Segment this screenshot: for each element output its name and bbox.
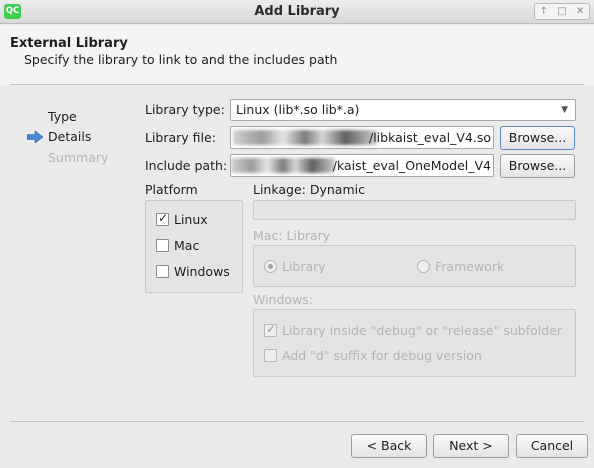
cancel-button[interactable]: Cancel [516, 434, 588, 458]
chevron-down-icon: ▼ [561, 105, 568, 115]
windows-options-group: Library inside "debug" or "release" subf… [253, 309, 576, 377]
header-divider [10, 84, 584, 85]
back-button-label: < Back [366, 438, 412, 453]
windows-checkbox[interactable] [156, 265, 169, 278]
include-path-value: /kaist_eval_OneModel_V4 [332, 158, 491, 173]
current-step-arrow-icon [27, 131, 43, 143]
wizard-header: External Library Specify the library to … [0, 25, 594, 85]
window-title: Add Library [254, 4, 340, 19]
linux-label[interactable]: Linux [174, 212, 208, 227]
title-bar: QC Add Library ↑ □ ✕ [0, 0, 594, 24]
linkage-options-area [253, 200, 576, 220]
include-path-label: Include path: [145, 158, 228, 173]
library-type-label: Library type: [145, 102, 225, 117]
mac-library-group-label: Mac: Library [253, 228, 331, 243]
window-controls: ↑ □ ✕ [534, 3, 590, 20]
library-file-label: Library file: [145, 130, 216, 145]
linux-checkbox[interactable] [156, 211, 169, 226]
mac-label[interactable]: Mac [174, 238, 199, 253]
redacted-path-blur [231, 158, 335, 173]
maximize-icon[interactable]: □ [557, 6, 566, 17]
step-summary: Summary [48, 150, 109, 165]
windows-label[interactable]: Windows [174, 264, 230, 279]
mac-checkbox[interactable] [156, 239, 169, 252]
library-type-value: Linux (lib*.so lib*.a) [236, 102, 360, 117]
debug-subfolder-checkbox[interactable] [264, 322, 277, 337]
platform-group: Linux Mac Windows [145, 200, 243, 293]
step-details: Details [48, 129, 92, 144]
d-suffix-checkbox[interactable] [264, 349, 277, 362]
mac-framework-label[interactable]: Framework [435, 259, 504, 274]
close-icon[interactable]: ✕ [576, 6, 584, 17]
mac-library-radio[interactable] [264, 260, 277, 273]
back-button[interactable]: < Back [351, 434, 427, 458]
linkage-label: Linkage: Dynamic [253, 182, 365, 197]
library-file-browse-button[interactable]: Browse... [500, 126, 575, 150]
footer-divider [10, 421, 584, 422]
keep-above-icon[interactable]: ↑ [540, 6, 548, 17]
next-button[interactable]: Next > [433, 434, 509, 458]
library-file-value: /libkaist_eval_V4.so [368, 130, 491, 145]
add-library-dialog: QC Add Library ↑ □ ✕ External Library Sp… [0, 0, 594, 468]
windows-group-label: Windows: [253, 292, 314, 307]
platform-label: Platform [145, 182, 198, 197]
include-path-input[interactable]: /kaist_eval_OneModel_V4 [230, 154, 494, 177]
page-title: External Library [10, 36, 128, 51]
library-file-input[interactable]: /libkaist_eval_V4.so [230, 126, 494, 149]
mac-library-label[interactable]: Library [282, 259, 326, 274]
include-path-browse-button[interactable]: Browse... [500, 154, 575, 178]
redacted-path-blur [233, 130, 377, 145]
mac-library-group: Library Framework [253, 245, 576, 287]
library-type-select[interactable]: Linux (lib*.so lib*.a) ▼ [230, 99, 576, 121]
step-type: Type [48, 109, 77, 124]
d-suffix-label[interactable]: Add "d" suffix for debug version [282, 348, 482, 363]
page-subtitle: Specify the library to link to and the i… [24, 52, 338, 67]
next-button-label: Next > [449, 438, 493, 453]
mac-framework-radio[interactable] [417, 260, 430, 273]
debug-subfolder-label[interactable]: Library inside "debug" or "release" subf… [282, 323, 562, 338]
